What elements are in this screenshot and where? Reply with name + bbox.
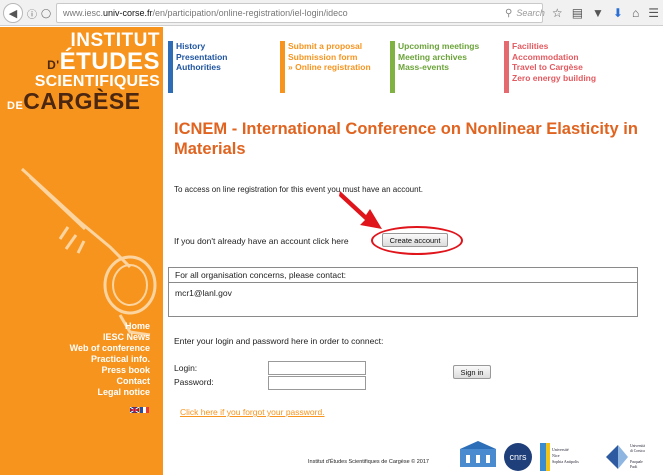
tracking-protection-icon[interactable]: ◯ [40, 3, 52, 23]
uns-logo-line-1: Université [552, 447, 569, 452]
sign-in-button[interactable]: Sign in [453, 365, 491, 379]
red-arrow-annotation [339, 191, 382, 229]
side-nav-home[interactable]: Home [70, 321, 150, 332]
contact-email[interactable]: mcr1@lanl.gov [175, 288, 232, 298]
top-nav-item[interactable]: Authorities [176, 62, 278, 73]
nav-column-facilities: Facilities Accommodation Travel to Cargèse… [504, 41, 634, 93]
universita-di-corsica-logo: Università di Corsica Pasquale Paoli [606, 444, 645, 469]
page-title: ICNEM - International Conference on Nonl… [174, 120, 638, 158]
top-nav-item[interactable]: Facilities [512, 41, 634, 52]
menu-icon[interactable]: ☰ [648, 6, 659, 20]
logo-line-4-prefix: DE [7, 100, 24, 112]
browser-toolbar: ◀ ⓘ ◯ www.iesc. univ-corse.fr/en/particip… [0, 0, 663, 26]
corsica-logo-line-4: Paoli [630, 465, 637, 469]
top-nav-item[interactable]: » Online registration [288, 62, 388, 73]
page: INSTITUT D'ÉTUDES SCIENTIFIQUES DECARGÈS… [0, 27, 663, 475]
top-nav: History Presentation Authorities Submit a … [168, 41, 663, 97]
red-circle-annotation [371, 226, 463, 255]
top-nav-item[interactable]: Travel to Cargèse [512, 62, 634, 73]
side-nav-press-book[interactable]: Press book [70, 365, 150, 376]
top-nav-item[interactable]: Zero energy building [512, 73, 634, 84]
back-arrow-icon[interactable]: ◀ [3, 3, 23, 23]
side-nav-contact[interactable]: Contact [70, 376, 151, 387]
corsica-logo-line-2: di Corsica [630, 449, 645, 453]
footer-copyright: Institut d'Études Scientifiques de Cargè… [308, 459, 429, 465]
uns-logo-line-2: Nice [552, 453, 560, 458]
reading-list-icon[interactable]: ▤ [572, 6, 583, 20]
language-flags [130, 407, 149, 413]
side-nav-practical-info[interactable]: Practical info. [70, 354, 150, 365]
uns-logo-line-3: Sophia Antipolis [552, 459, 579, 464]
top-nav-item[interactable]: Submission form [288, 52, 388, 63]
top-nav-item[interactable]: Submit a proposal [288, 41, 388, 52]
side-nav-iesc-news[interactable]: IESC News [70, 332, 150, 343]
english-flag-icon[interactable] [130, 407, 139, 413]
url-path: /en/participation/online-registration/ie… [152, 8, 348, 18]
logo-line-4: DECARGÈSE [5, 90, 160, 113]
corsica-logo-line-3: Pasquale [630, 460, 643, 464]
login-label: Login: [174, 363, 198, 373]
forgot-password-link[interactable]: Click here if you forgot your password. [180, 407, 325, 417]
login-input[interactable] [268, 361, 366, 375]
contact-heading: For all organisation concerns, please co… [175, 270, 347, 280]
home-icon[interactable]: ⌂ [632, 6, 639, 20]
key-illustration [20, 167, 157, 337]
toolbar-icons: ☆ ▤ ▼ ⬇ ⌂ ☰ [552, 3, 659, 23]
cnrs-logo: cnrs [504, 443, 532, 471]
top-nav-item[interactable]: Presentation [176, 52, 278, 63]
account-prompt-text: If you don't already have an account cli… [174, 236, 349, 246]
contact-box: For all organisation concerns, please co… [168, 267, 638, 317]
iesc-logo[interactable]: INSTITUT D'ÉTUDES SCIENTIFIQUES DECARGÈS… [5, 31, 160, 113]
iesc-building-logo [460, 441, 496, 467]
contact-divider [169, 282, 637, 283]
top-nav-item[interactable]: Mass-events [398, 62, 500, 73]
sidebar: INSTITUT D'ÉTUDES SCIENTIFIQUES DECARGÈS… [0, 27, 163, 475]
french-flag-icon[interactable] [140, 407, 149, 413]
login-prompt-text: Enter your login and password here in or… [174, 336, 384, 346]
cnrs-logo-text: cnrs [509, 452, 527, 462]
address-bar[interactable]: www.iesc. univ-corse.fr/en/participation/… [56, 3, 543, 23]
pocket-icon[interactable]: ▼ [592, 6, 604, 20]
side-nav: Home IESC News Web of conference Practic… [70, 321, 150, 398]
side-nav-legal-notice[interactable]: Legal notice [70, 387, 150, 398]
logo-line-2-prefix: D' [47, 58, 60, 72]
password-input[interactable] [268, 376, 366, 390]
url-domain: univ-corse.fr [103, 8, 153, 18]
download-icon[interactable]: ⬇ [613, 6, 623, 20]
partner-logos: cnrs Université Nice Sophia Antipolis Un… [460, 441, 645, 471]
side-nav-web-of-conference[interactable]: Web of conference [70, 343, 150, 354]
corsica-logo-line-1: Università [630, 444, 645, 448]
nav-column-meetings: Upcoming meetings Meeting archives Mass-ev… [390, 41, 500, 93]
top-nav-item[interactable]: Accommodation [512, 52, 634, 63]
logo-line-2-text: ÉTUDES [59, 48, 160, 75]
bookmark-star-icon[interactable]: ☆ [552, 6, 563, 20]
logo-line-4-text: CARGÈSE [23, 88, 141, 114]
top-nav-item[interactable]: Meeting archives [398, 52, 500, 63]
url-prefix: www.iesc. [63, 8, 104, 18]
logo-line-2: D'ÉTUDES [5, 50, 160, 74]
info-icon[interactable]: ⓘ [26, 3, 38, 23]
top-nav-item[interactable]: History [176, 41, 278, 52]
uns-logo: Université Nice Sophia Antipolis [540, 443, 579, 471]
top-nav-item[interactable]: Upcoming meetings [398, 41, 500, 52]
nav-column-submission: Submit a proposal Submission form» Online… [280, 41, 388, 93]
search-placeholder: Search [516, 8, 545, 18]
search-icon: ⚲ [505, 7, 513, 19]
password-label: Password: [174, 377, 214, 387]
nav-column-institute: History Presentation Authorities [168, 41, 278, 93]
